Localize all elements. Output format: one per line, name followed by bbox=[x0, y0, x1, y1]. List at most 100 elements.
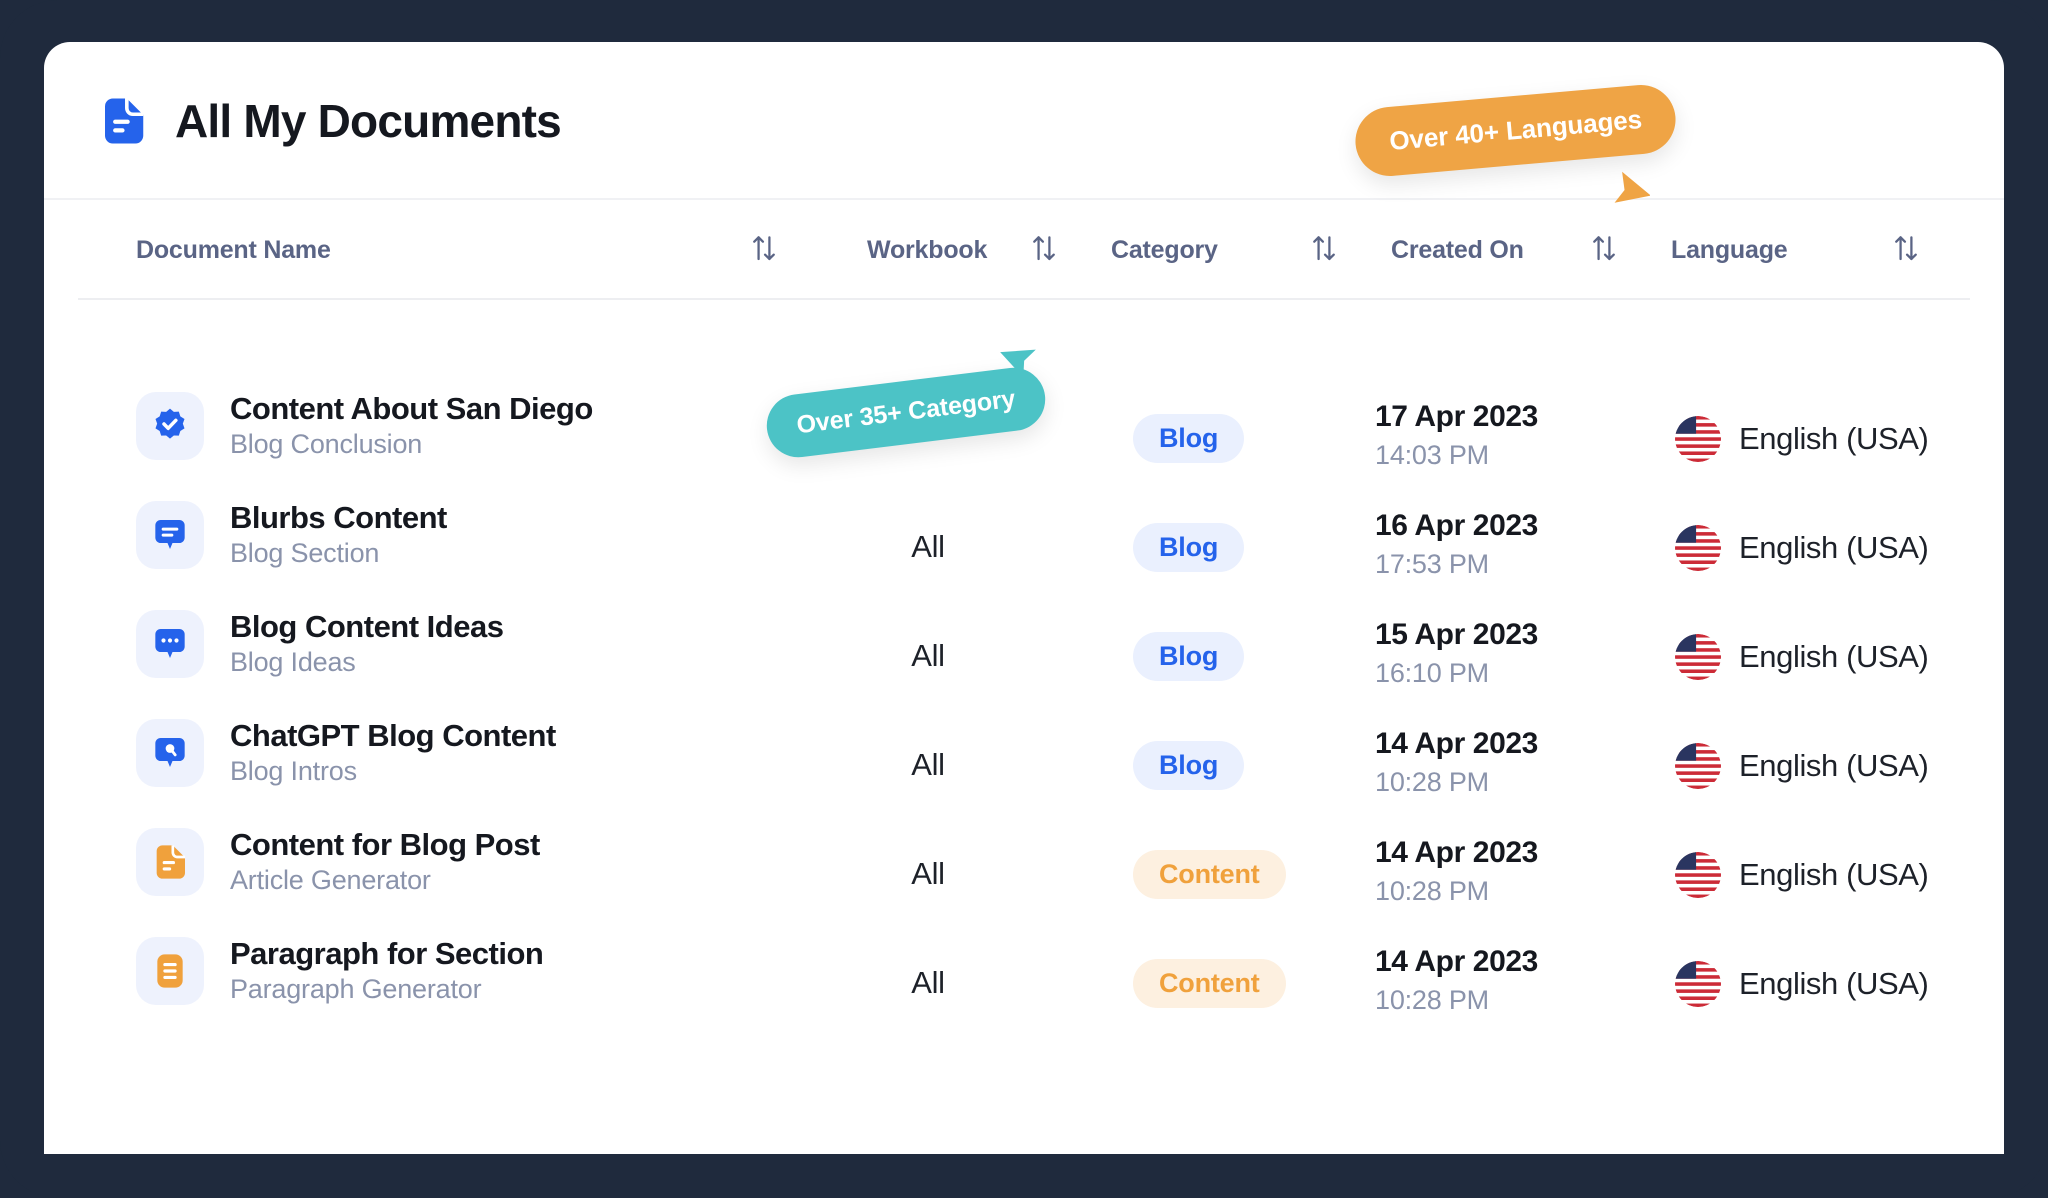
table-header-row: Document Name Workbook Category Created … bbox=[78, 200, 1970, 300]
workbook-value: All bbox=[911, 529, 945, 564]
category-cell: Content bbox=[1133, 959, 1373, 1008]
created-date: 14 Apr 2023 bbox=[1375, 945, 1538, 978]
column-header-created-on[interactable]: Created On bbox=[1391, 236, 1524, 265]
language-label: English (USA) bbox=[1739, 748, 1929, 783]
documents-card: All My Documents Document Name Workbook … bbox=[44, 42, 2004, 1154]
category-cell: Blog bbox=[1133, 741, 1373, 790]
document-subtitle: Blog Conclusion bbox=[230, 429, 423, 460]
created-on-cell: 14 Apr 2023 10:28 PM bbox=[1375, 727, 1538, 798]
language-label: English (USA) bbox=[1739, 857, 1929, 892]
document-subtitle: Paragraph Generator bbox=[230, 974, 482, 1005]
us-flag-icon bbox=[1675, 416, 1721, 462]
card-header: All My Documents bbox=[44, 42, 2004, 200]
table-row[interactable]: Content for Blog Post Article Generator … bbox=[78, 808, 1970, 917]
document-lines-icon bbox=[136, 937, 204, 1006]
created-on-cell: 16 Apr 2023 17:53 PM bbox=[1375, 509, 1538, 580]
document-subtitle: Blog Ideas bbox=[230, 647, 356, 678]
sort-icon[interactable] bbox=[751, 233, 777, 263]
created-time: 14:03 PM bbox=[1375, 440, 1489, 470]
chat-dots-icon bbox=[136, 610, 204, 679]
category-cell: Blog bbox=[1133, 414, 1373, 463]
category-badge[interactable]: Blog bbox=[1133, 632, 1245, 681]
category-badge[interactable]: Content bbox=[1133, 959, 1286, 1008]
app-frame: All My Documents Document Name Workbook … bbox=[0, 0, 2048, 1198]
created-on-cell: 14 Apr 2023 10:28 PM bbox=[1375, 836, 1538, 907]
sort-icon[interactable] bbox=[1311, 233, 1337, 263]
language-cell: English (USA) bbox=[1675, 743, 1929, 789]
created-time: 16:10 PM bbox=[1375, 658, 1489, 688]
language-label: English (USA) bbox=[1739, 421, 1929, 456]
document-name: Blog Content Ideas bbox=[230, 609, 504, 644]
document-text: Content for Blog Post Article Generator bbox=[230, 828, 540, 896]
document-name: Content About San Diego bbox=[230, 391, 593, 426]
category-badge[interactable]: Content bbox=[1133, 850, 1286, 899]
document-subtitle: Blog Section bbox=[230, 538, 380, 569]
us-flag-icon bbox=[1675, 961, 1721, 1007]
category-cell: Blog bbox=[1133, 632, 1373, 681]
us-flag-icon bbox=[1675, 852, 1721, 898]
document-cell[interactable]: Paragraph for Section Paragraph Generato… bbox=[136, 936, 544, 1006]
document-subtitle: Article Generator bbox=[230, 865, 431, 896]
chat-circle-icon bbox=[136, 719, 204, 788]
created-time: 10:28 PM bbox=[1375, 985, 1489, 1015]
created-date: 16 Apr 2023 bbox=[1375, 509, 1538, 542]
created-time: 10:28 PM bbox=[1375, 767, 1489, 797]
document-text: Paragraph for Section Paragraph Generato… bbox=[230, 936, 544, 1005]
category-badge[interactable]: Blog bbox=[1133, 414, 1245, 463]
document-name: ChatGPT Blog Content bbox=[230, 718, 556, 753]
table-row[interactable]: Blog Content Ideas Blog Ideas All Blog 1… bbox=[78, 590, 1970, 699]
category-badge[interactable]: Blog bbox=[1133, 741, 1245, 790]
column-header-document-name[interactable]: Document Name bbox=[136, 236, 331, 265]
document-icon bbox=[96, 94, 150, 148]
created-date: 17 Apr 2023 bbox=[1375, 400, 1538, 433]
document-cell[interactable]: Content for Blog Post Article Generator bbox=[136, 828, 540, 897]
workbook-value: All bbox=[911, 638, 945, 673]
language-cell: English (USA) bbox=[1675, 416, 1929, 462]
table-row[interactable]: Blurbs Content Blog Section All Blog 16 … bbox=[78, 481, 1970, 590]
created-on-cell: 17 Apr 2023 14:03 PM bbox=[1375, 400, 1538, 471]
document-text: Content About San Diego Blog Conclusion bbox=[230, 392, 593, 460]
column-header-language[interactable]: Language bbox=[1671, 236, 1788, 265]
created-date: 14 Apr 2023 bbox=[1375, 836, 1538, 869]
created-on-cell: 15 Apr 2023 16:10 PM bbox=[1375, 618, 1538, 689]
document-cell[interactable]: Blog Content Ideas Blog Ideas bbox=[136, 609, 504, 679]
language-label: English (USA) bbox=[1739, 639, 1929, 674]
document-fold-icon bbox=[136, 828, 204, 897]
document-cell[interactable]: ChatGPT Blog Content Blog Intros bbox=[136, 719, 556, 788]
created-time: 17:53 PM bbox=[1375, 549, 1489, 579]
us-flag-icon bbox=[1675, 525, 1721, 571]
category-badge[interactable]: Blog bbox=[1133, 523, 1245, 572]
tooltip-languages-pointer-icon bbox=[1606, 168, 1651, 208]
us-flag-icon bbox=[1675, 743, 1721, 789]
document-subtitle: Blog Intros bbox=[230, 756, 357, 787]
language-cell: English (USA) bbox=[1675, 634, 1929, 680]
tooltip-category-pointer-icon bbox=[1000, 342, 1042, 380]
language-label: English (USA) bbox=[1739, 966, 1929, 1001]
created-time: 10:28 PM bbox=[1375, 876, 1489, 906]
workbook-value: All bbox=[911, 747, 945, 782]
workbook-value: All bbox=[911, 965, 945, 1000]
language-cell: English (USA) bbox=[1675, 525, 1929, 571]
document-cell[interactable]: Blurbs Content Blog Section bbox=[136, 501, 447, 570]
language-cell: English (USA) bbox=[1675, 961, 1929, 1007]
language-label: English (USA) bbox=[1739, 530, 1929, 565]
category-cell: Blog bbox=[1133, 523, 1373, 572]
table-row[interactable]: ChatGPT Blog Content Blog Intros All Blo… bbox=[78, 699, 1970, 808]
page-title: All My Documents bbox=[175, 95, 562, 147]
column-header-category[interactable]: Category bbox=[1111, 236, 1218, 265]
sort-icon[interactable] bbox=[1031, 233, 1057, 263]
created-on-cell: 14 Apr 2023 10:28 PM bbox=[1375, 945, 1538, 1016]
document-name: Content for Blog Post bbox=[230, 827, 540, 862]
document-text: Blurbs Content Blog Section bbox=[230, 501, 447, 569]
document-name: Paragraph for Section bbox=[230, 936, 544, 971]
sort-icon[interactable] bbox=[1893, 233, 1919, 263]
sort-icon[interactable] bbox=[1591, 233, 1617, 263]
table-row[interactable]: Paragraph for Section Paragraph Generato… bbox=[78, 917, 1970, 1026]
column-header-workbook[interactable]: Workbook bbox=[867, 236, 987, 265]
chat-lines-icon bbox=[136, 501, 204, 570]
document-text: ChatGPT Blog Content Blog Intros bbox=[230, 719, 556, 787]
created-date: 15 Apr 2023 bbox=[1375, 618, 1538, 651]
document-cell[interactable]: Content About San Diego Blog Conclusion bbox=[136, 392, 593, 461]
header-title-group: All My Documents bbox=[96, 94, 562, 148]
badge-check-icon bbox=[136, 392, 204, 461]
